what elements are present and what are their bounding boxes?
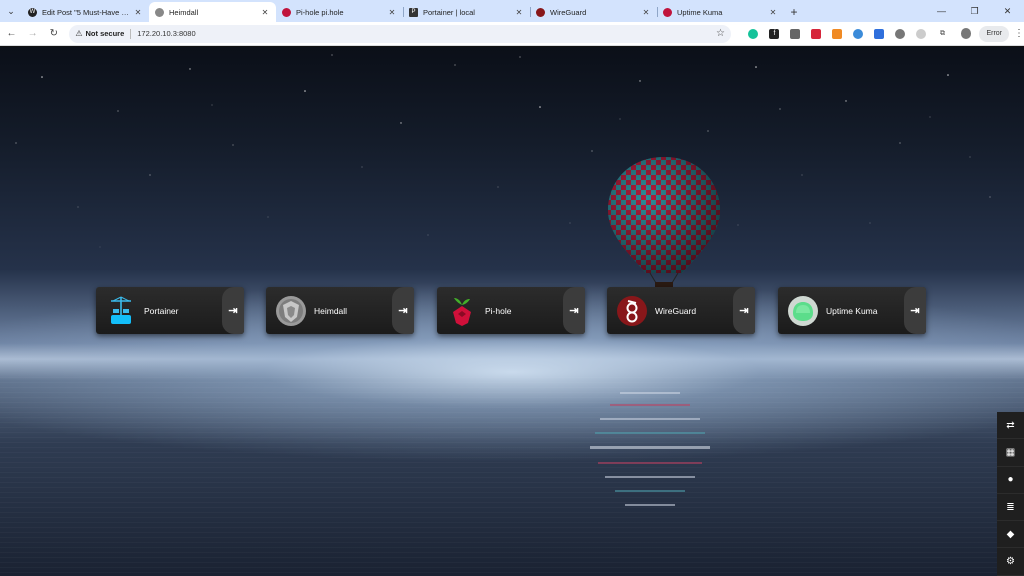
pihole-icon xyxy=(445,294,479,328)
user-icon[interactable]: ● xyxy=(997,467,1024,494)
grammarly-extension-icon[interactable] xyxy=(748,28,759,39)
extension-icon[interactable] xyxy=(895,28,906,39)
heimdall-icon xyxy=(274,294,308,328)
uptime-kuma-icon xyxy=(786,294,820,328)
portainer-icon xyxy=(104,294,138,328)
open-link-icon[interactable]: ⇥ xyxy=(392,287,414,334)
bookmark-star-icon[interactable]: ☆ xyxy=(716,28,725,39)
pihole-icon xyxy=(282,7,291,17)
extension-icon[interactable] xyxy=(916,28,927,39)
tab-heimdall[interactable]: Heimdall ✕ xyxy=(149,2,276,22)
window-controls: — ❐ ✕ xyxy=(925,0,1024,22)
tab-portainer[interactable]: P Portainer | local ✕ xyxy=(403,2,530,22)
close-icon[interactable]: ✕ xyxy=(133,8,143,17)
close-icon[interactable]: ✕ xyxy=(768,8,778,17)
warning-icon[interactable]: ⚠ xyxy=(75,29,82,38)
uptime-kuma-icon xyxy=(663,7,672,17)
open-link-icon[interactable]: ⇥ xyxy=(222,287,244,334)
error-button[interactable]: Error xyxy=(979,25,1010,42)
open-link-icon[interactable]: ⇥ xyxy=(563,287,585,334)
app-tile-pihole[interactable]: Pi-hole ⇥ xyxy=(437,287,585,334)
tab-title: Heimdall xyxy=(169,7,199,17)
sidebar-controls: ⇄ ▦ ● ≣ ◆ ⚙ xyxy=(997,412,1024,576)
app-tiles: Portainer ⇥ Heimdall ⇥ Pi-hole ⇥ WireGua… xyxy=(0,287,1024,335)
tab-uptime-kuma[interactable]: Uptime Kuma ✕ xyxy=(657,2,784,22)
menu-icon[interactable]: ⋮ xyxy=(1014,28,1024,39)
balloon-reflection xyxy=(590,392,710,506)
portainer-icon: P xyxy=(409,7,418,17)
security-label[interactable]: Not secure xyxy=(86,29,125,38)
heimdall-icon xyxy=(155,7,164,17)
extension-icon[interactable] xyxy=(832,28,843,39)
hot-air-balloon xyxy=(608,157,720,289)
app-name: Portainer xyxy=(144,305,179,316)
water-surface xyxy=(0,377,1024,576)
restore-icon[interactable]: ❐ xyxy=(958,0,991,22)
new-tab-button[interactable]: + xyxy=(784,2,804,22)
address-bar[interactable]: ⚠ Not secure 172.20.10.3:8080 ☆ xyxy=(69,24,731,43)
minimize-icon[interactable]: — xyxy=(925,0,958,22)
app-name: WireGuard xyxy=(655,305,697,316)
back-button[interactable]: ← xyxy=(2,24,21,44)
tab-search-icon[interactable]: ⌄ xyxy=(0,0,22,22)
app-name: Uptime Kuma xyxy=(826,305,878,316)
switch-icon[interactable]: ⇄ xyxy=(997,412,1024,440)
extensions-row: f ⧉ xyxy=(743,28,953,39)
extension-icon[interactable]: f xyxy=(769,28,780,39)
tab-pihole[interactable]: Pi-hole pi.hole ✕ xyxy=(276,2,403,22)
tab-strip: ⌄ W Edit Post "5 Must-Have Docker ✕ Heim… xyxy=(0,0,1024,22)
browser-toolbar: ← → ↻ ⚠ Not secure 172.20.10.3:8080 ☆ f … xyxy=(0,22,1024,46)
extension-icon[interactable] xyxy=(790,28,801,39)
app-tile-portainer[interactable]: Portainer ⇥ xyxy=(96,287,244,334)
app-tile-uptime-kuma[interactable]: Uptime Kuma ⇥ xyxy=(778,287,926,334)
wordpress-icon: W xyxy=(28,7,37,17)
extension-icon[interactable] xyxy=(853,28,864,39)
url-text[interactable]: 172.20.10.3:8080 xyxy=(137,29,716,38)
close-icon[interactable]: ✕ xyxy=(387,8,397,17)
divider xyxy=(130,28,132,39)
starfield xyxy=(15,54,991,248)
avatar[interactable] xyxy=(960,28,972,39)
wireguard-icon xyxy=(536,7,545,17)
app-name: Pi-hole xyxy=(485,305,512,316)
close-window-icon[interactable]: ✕ xyxy=(991,0,1024,22)
forward-button[interactable]: → xyxy=(23,24,42,44)
app-name: Heimdall xyxy=(314,305,348,316)
tab-wireguard[interactable]: WireGuard ✕ xyxy=(530,2,657,22)
extension-icon[interactable] xyxy=(811,28,822,39)
tag-icon[interactable]: ◆ xyxy=(997,521,1024,549)
wireguard-icon xyxy=(615,294,649,328)
app-tile-wireguard[interactable]: WireGuard ⇥ xyxy=(607,287,755,334)
list-icon[interactable]: ≣ xyxy=(997,494,1024,522)
tab-title: Uptime Kuma xyxy=(677,7,723,17)
error-label: Error xyxy=(986,30,1003,37)
cogs-icon[interactable]: ⚙ xyxy=(997,548,1024,576)
close-icon[interactable]: ✕ xyxy=(641,8,651,17)
tab-title: Portainer | local xyxy=(423,7,475,17)
extension-icon[interactable] xyxy=(874,28,885,39)
puzzle-icon[interactable]: ⧉ xyxy=(937,29,947,39)
app-tile-heimdall[interactable]: Heimdall ⇥ xyxy=(266,287,414,334)
tab-wordpress[interactable]: W Edit Post "5 Must-Have Docker ✕ xyxy=(22,2,149,22)
tab-title: Edit Post "5 Must-Have Docker xyxy=(42,7,129,17)
open-link-icon[interactable]: ⇥ xyxy=(733,287,755,334)
close-icon[interactable]: ✕ xyxy=(514,8,524,17)
close-icon[interactable]: ✕ xyxy=(260,8,270,17)
tab-title: WireGuard xyxy=(550,7,587,17)
open-link-icon[interactable]: ⇥ xyxy=(904,287,926,334)
heimdall-dashboard: Portainer ⇥ Heimdall ⇥ Pi-hole ⇥ WireGua… xyxy=(0,47,1024,576)
tab-title: Pi-hole pi.hole xyxy=(296,7,344,17)
grid-icon[interactable]: ▦ xyxy=(997,439,1024,467)
reload-button[interactable]: ↻ xyxy=(44,24,63,44)
